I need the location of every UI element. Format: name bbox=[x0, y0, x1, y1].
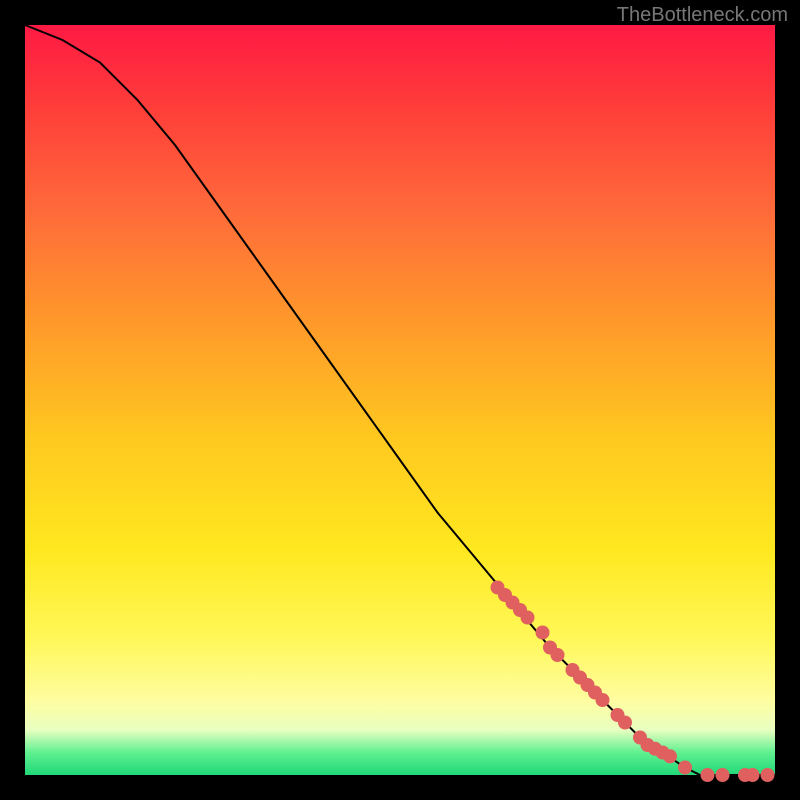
marker-point bbox=[716, 768, 730, 782]
marker-point bbox=[678, 761, 692, 775]
marker-point bbox=[536, 626, 550, 640]
marker-point bbox=[701, 768, 715, 782]
chart-svg bbox=[25, 25, 775, 775]
marker-point bbox=[596, 693, 610, 707]
marker-point bbox=[761, 768, 775, 782]
highlight-points bbox=[491, 581, 775, 783]
marker-point bbox=[521, 611, 535, 625]
marker-point bbox=[663, 749, 677, 763]
marker-point bbox=[618, 716, 632, 730]
watermark-text: TheBottleneck.com bbox=[617, 4, 788, 27]
bottleneck-curve bbox=[25, 25, 775, 775]
marker-point bbox=[551, 648, 565, 662]
marker-point bbox=[746, 768, 760, 782]
